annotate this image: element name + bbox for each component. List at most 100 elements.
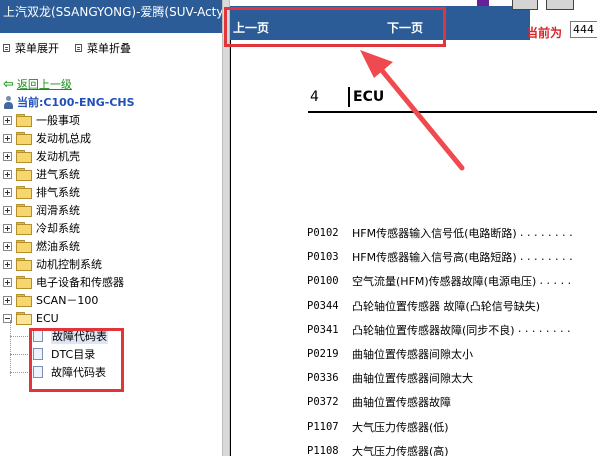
highlight-box-navigation [224, 7, 446, 47]
back-link[interactable]: ⇦ 返回上一级 [3, 76, 72, 92]
tree-item[interactable]: 发动机壳 [3, 147, 221, 165]
leader-dots: ..... [538, 275, 574, 287]
tree-item[interactable]: 动机控制系统 [3, 255, 221, 273]
fault-description: 空气流量(HFM)传感器故障(电源电压) [352, 275, 537, 289]
tree-item[interactable]: 发动机总成 [3, 129, 221, 147]
folder-icon [16, 168, 32, 181]
fault-code-row[interactable]: P0103 HFM传感器输入信号高(电路短路)........ [307, 245, 597, 269]
current-node: 当前:C100-ENG-CHS [3, 94, 135, 110]
section-divider [348, 87, 350, 107]
tree-item-label: 排气系统 [36, 186, 80, 199]
tree-item-label: 电子设备和传感器 [36, 276, 124, 289]
highlight-box-subtree [29, 328, 124, 392]
expand-icon[interactable] [3, 259, 12, 269]
current-page-label: 当前为 [526, 26, 563, 40]
tree-item-label: 发动机壳 [36, 150, 80, 163]
fault-code-row[interactable]: P1108 大气压力传感器(高) [307, 439, 597, 456]
toolbar-icon[interactable] [477, 0, 489, 6]
expand-icon[interactable] [3, 151, 12, 161]
heading-rule [308, 111, 597, 113]
fault-code-row[interactable]: P0336 曲轴位置传感器间隙太大 [307, 366, 597, 390]
list-icon [3, 44, 10, 52]
tree-item[interactable]: 排气系统 [3, 183, 221, 201]
fault-code-row[interactable]: P0219 曲轴位置传感器间隙太小 [307, 342, 597, 366]
section-heading: 4 ECU [310, 87, 597, 111]
tree-item-label: 冷却系统 [36, 222, 80, 235]
tree-item[interactable]: 润滑系统 [3, 201, 221, 219]
folder-icon [16, 186, 32, 199]
tree-item[interactable]: 燃油系统 [3, 237, 221, 255]
fault-code: P1107 [307, 420, 339, 433]
fault-code-list: P0102 HFM传感器输入信号低(电路断路)........ P0103 HFM传… [307, 221, 597, 456]
fault-description: 凸轮轴位置传感器故障(同步不良) [352, 323, 515, 337]
leader-dots: ........ [518, 227, 575, 239]
tree-item-label: 一般事项 [36, 114, 80, 127]
fault-code-row[interactable]: P0372 曲轴位置传感器故障 [307, 390, 597, 414]
tree-item[interactable]: 一般事项 [3, 111, 221, 129]
tree-item-label: 发动机总成 [36, 132, 91, 145]
fault-code: P0341 [307, 323, 339, 336]
tree-guide-line [10, 320, 11, 376]
expand-icon[interactable] [3, 241, 12, 251]
expand-all-button[interactable]: 菜单展开 [3, 40, 59, 56]
expand-icon[interactable] [3, 205, 12, 215]
expand-icon[interactable] [3, 133, 12, 143]
tree-item-label: 燃油系统 [36, 240, 80, 253]
tree-item-ecu[interactable]: ECU [3, 309, 221, 327]
menu-bar: 菜单展开 菜单折叠 [3, 40, 147, 56]
window-button-icon[interactable] [546, 0, 574, 10]
tree-item[interactable]: 进气系统 [3, 165, 221, 183]
folder-icon [16, 204, 32, 217]
back-link-label: 返回上一级 [16, 78, 72, 91]
open-folder-icon [16, 312, 32, 325]
fault-description: HFM传感器输入信号低(电路断路) [352, 227, 517, 241]
folder-icon [16, 222, 32, 235]
page-edge [230, 40, 231, 456]
collapse-all-label: 菜单折叠 [87, 42, 131, 55]
chapter-tree: 一般事项 发动机总成 发动机壳 进气系统 排气系统 润滑系统 冷却系统 燃油系统… [3, 111, 221, 327]
expand-icon[interactable] [3, 187, 12, 197]
back-arrow-icon: ⇦ [3, 76, 14, 92]
tree-item-label: 润滑系统 [36, 204, 80, 217]
folder-icon [16, 240, 32, 253]
fault-code-row[interactable]: P0102 HFM传感器输入信号低(电路断路)........ [307, 221, 597, 245]
expand-icon[interactable] [3, 115, 12, 125]
tree-item[interactable]: SCAN－100 [3, 291, 221, 309]
tree-item-label: ECU [36, 311, 59, 325]
page-number-input[interactable] [570, 21, 597, 38]
expand-icon[interactable] [3, 223, 12, 233]
fault-description: 曲轴位置传感器间隙太小 [352, 348, 473, 362]
manual-title: 上汽双龙(SSANGYONG)-爱腾(SUV-Actyon [0, 0, 222, 33]
fault-description: HFM传感器输入信号高(电路短路) [352, 251, 517, 265]
current-node-label: 当前:C100-ENG-CHS [17, 96, 135, 109]
fault-code-row[interactable]: P0341 凸轮轴位置传感器故障(同步不良)........ [307, 318, 597, 342]
expand-icon[interactable] [3, 277, 12, 287]
panel-splitter[interactable] [222, 0, 230, 456]
leader-dots: ........ [518, 251, 575, 263]
fault-code: P0100 [307, 275, 339, 288]
window-button-icon[interactable] [512, 0, 538, 10]
fault-code-row[interactable]: P0344 凸轮轴位置传感器 故障(凸轮信号缺失) [307, 294, 597, 318]
navigation-panel: 上汽双龙(SSANGYONG)-爱腾(SUV-Actyon 菜单展开 菜单折叠 … [0, 0, 222, 456]
fault-code-row[interactable]: P0100 空气流量(HFM)传感器故障(电源电压)..... [307, 269, 597, 293]
folder-icon [16, 258, 32, 271]
tree-item[interactable]: 电子设备和传感器 [3, 273, 221, 291]
folder-icon [16, 150, 32, 163]
expand-icon[interactable] [3, 169, 12, 179]
expand-icon[interactable] [3, 295, 12, 305]
tree-item-label: SCAN－100 [36, 294, 99, 307]
list-icon [75, 44, 82, 52]
fault-code: P0372 [307, 396, 339, 409]
fault-code-row[interactable]: P1107 大气压力传感器(低) [307, 415, 597, 439]
user-icon [3, 95, 14, 109]
tree-item[interactable]: 冷却系统 [3, 219, 221, 237]
fault-description: 大气压力传感器(低) [352, 420, 449, 434]
folder-icon [16, 276, 32, 289]
section-number: 4 [310, 89, 319, 105]
section-name: ECU [353, 89, 385, 105]
folder-icon [16, 132, 32, 145]
tree-item-label: 动机控制系统 [36, 258, 102, 271]
collapse-all-button[interactable]: 菜单折叠 [75, 40, 131, 56]
expand-all-label: 菜单展开 [15, 42, 59, 55]
fault-code: P1108 [307, 444, 339, 456]
